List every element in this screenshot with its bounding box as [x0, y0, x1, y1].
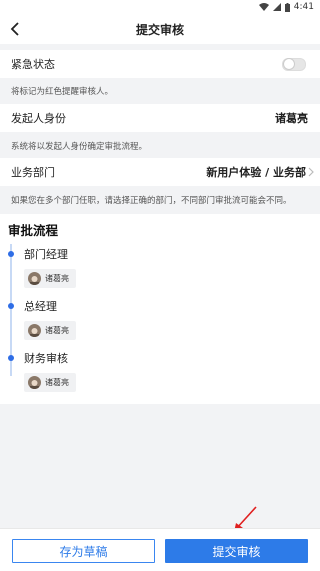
department-hint: 如果您在多个部门任职，请选择正确的部门，不同部门审批流可能会不同。 — [11, 196, 292, 206]
bottom-action-bar: 存为草稿 提交审核 — [0, 528, 320, 571]
urgent-toggle[interactable] — [282, 57, 306, 71]
initiator-value: 诸葛亮 — [275, 112, 308, 125]
urgent-label: 紧急状态 — [11, 58, 55, 71]
approver-name: 诸葛亮 — [45, 326, 69, 335]
save-draft-button[interactable]: 存为草稿 — [12, 539, 155, 563]
department-label: 业务部门 — [11, 166, 55, 179]
status-bar: 4:41 — [0, 0, 320, 14]
timeline-dot — [8, 355, 14, 361]
battery-icon — [284, 2, 290, 12]
timeline-dot — [8, 251, 14, 257]
timeline-dot — [8, 303, 14, 309]
status-time: 4:41 — [293, 2, 314, 12]
step-title: 部门经理 — [24, 248, 68, 261]
avatar — [28, 376, 41, 389]
toggle-knob — [283, 57, 295, 70]
wifi-icon — [258, 3, 269, 11]
avatar — [28, 324, 41, 337]
approver-name: 诸葛亮 — [45, 274, 69, 283]
approver-name: 诸葛亮 — [45, 378, 69, 387]
approval-flow-title: 审批流程 — [8, 223, 59, 238]
urgent-hint: 将标记为红色提醒审核人。 — [11, 87, 114, 97]
submit-review-button[interactable]: 提交审核 — [165, 539, 308, 563]
step-title: 财务审核 — [24, 352, 68, 365]
status-icons: 4:41 — [258, 2, 314, 12]
chevron-right-icon — [308, 167, 314, 177]
avatar — [28, 272, 41, 285]
nav-bar: 提交审核 — [0, 14, 320, 44]
initiator-label: 发起人身份 — [11, 112, 66, 125]
step-title: 总经理 — [24, 300, 57, 313]
approver-chip[interactable]: 诸葛亮 — [24, 321, 76, 340]
initiator-row: 发起人身份 诸葛亮 — [0, 104, 320, 132]
initiator-hint: 系统将以发起人身份确定审批流程。 — [11, 142, 148, 152]
department-value[interactable]: 新用户体验 / 业务部 — [206, 164, 306, 180]
urgent-row: 紧急状态 — [0, 50, 320, 78]
page-title: 提交审核 — [135, 23, 184, 37]
department-row[interactable]: 业务部门 新用户体验 / 业务部 — [0, 158, 320, 186]
approver-chip[interactable]: 诸葛亮 — [24, 269, 76, 288]
approval-flow-section: 审批流程 部门经理 诸葛亮 总经理 诸葛亮 财务审核 诸葛亮 — [0, 214, 320, 404]
signal-icon — [272, 3, 281, 11]
approver-chip[interactable]: 诸葛亮 — [24, 373, 76, 392]
